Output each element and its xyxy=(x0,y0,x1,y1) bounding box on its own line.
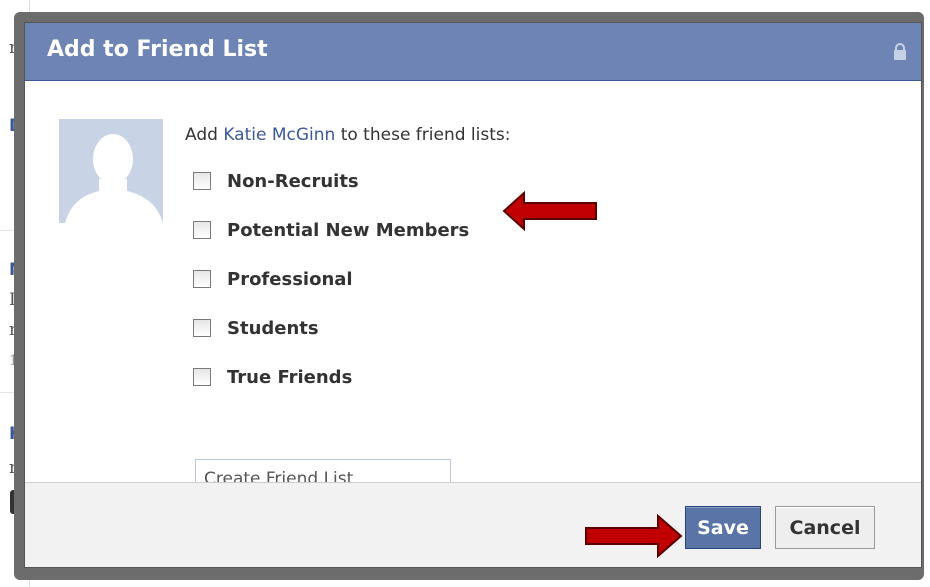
cancel-button[interactable]: Cancel xyxy=(775,506,875,549)
default-avatar-silhouette-icon xyxy=(59,119,163,223)
dialog-body: Add Katie McGinn to these friend lists: … xyxy=(25,81,921,499)
list-label: Students xyxy=(227,317,319,339)
dialog-header: Add to Friend List xyxy=(25,23,921,81)
lock-icon xyxy=(894,43,906,60)
friend-list-options: Non-Recruits Potential New Members Profe… xyxy=(193,169,469,414)
intro-suffix: to these friend lists: xyxy=(335,125,511,145)
list-label: True Friends xyxy=(227,366,353,388)
left-arrow-icon xyxy=(502,190,597,232)
checkbox-true-friends[interactable] xyxy=(193,368,211,386)
add-to-friend-list-dialog: Add to Friend List Add Katie McGinn to t… xyxy=(24,22,922,568)
checkbox-students[interactable] xyxy=(193,319,211,337)
right-arrow-icon xyxy=(585,513,683,559)
checkbox-non-recruits[interactable] xyxy=(193,172,211,190)
checkbox-professional[interactable] xyxy=(193,270,211,288)
list-label: Professional xyxy=(227,268,353,290)
intro-prefix: Add xyxy=(185,125,224,145)
page: n D M I' m 1 K m Add to Friend List xyxy=(0,0,930,587)
checkbox-potential-new-members[interactable] xyxy=(193,221,211,239)
list-item-students[interactable]: Students xyxy=(193,316,469,340)
list-label: Non-Recruits xyxy=(227,170,359,192)
intro-text: Add Katie McGinn to these friend lists: xyxy=(185,125,510,145)
friend-name-link[interactable]: Katie McGinn xyxy=(223,125,335,145)
save-button[interactable]: Save xyxy=(685,506,761,549)
dialog-footer: Save Cancel xyxy=(25,482,921,567)
list-item-non-recruits[interactable]: Non-Recruits xyxy=(193,169,469,193)
list-label: Potential New Members xyxy=(227,219,470,241)
dialog-frame: Add to Friend List Add Katie McGinn to t… xyxy=(14,12,924,580)
list-item-potential-new-members[interactable]: Potential New Members xyxy=(193,218,469,242)
list-item-professional[interactable]: Professional xyxy=(193,267,469,291)
dialog-title: Add to Friend List xyxy=(47,37,268,62)
avatar xyxy=(59,119,163,223)
list-item-true-friends[interactable]: True Friends xyxy=(193,365,469,389)
